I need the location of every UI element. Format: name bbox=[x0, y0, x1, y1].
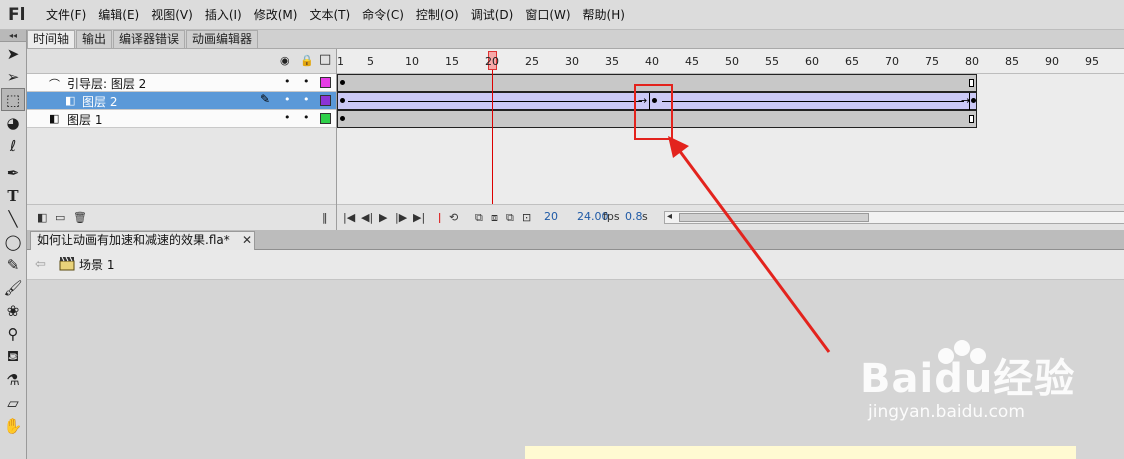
flash-app-window: Fl 文件(F) 编辑(E) 视图(V) 插入(I) 修改(M) 文本(T) 命… bbox=[0, 0, 1124, 459]
watermark-url: jingyan.baidu.com bbox=[868, 402, 1025, 422]
watermark: Baidu经验 jingyan.baidu.com bbox=[860, 338, 1120, 438]
watermark-brand: Baidu经验 bbox=[860, 356, 1076, 402]
